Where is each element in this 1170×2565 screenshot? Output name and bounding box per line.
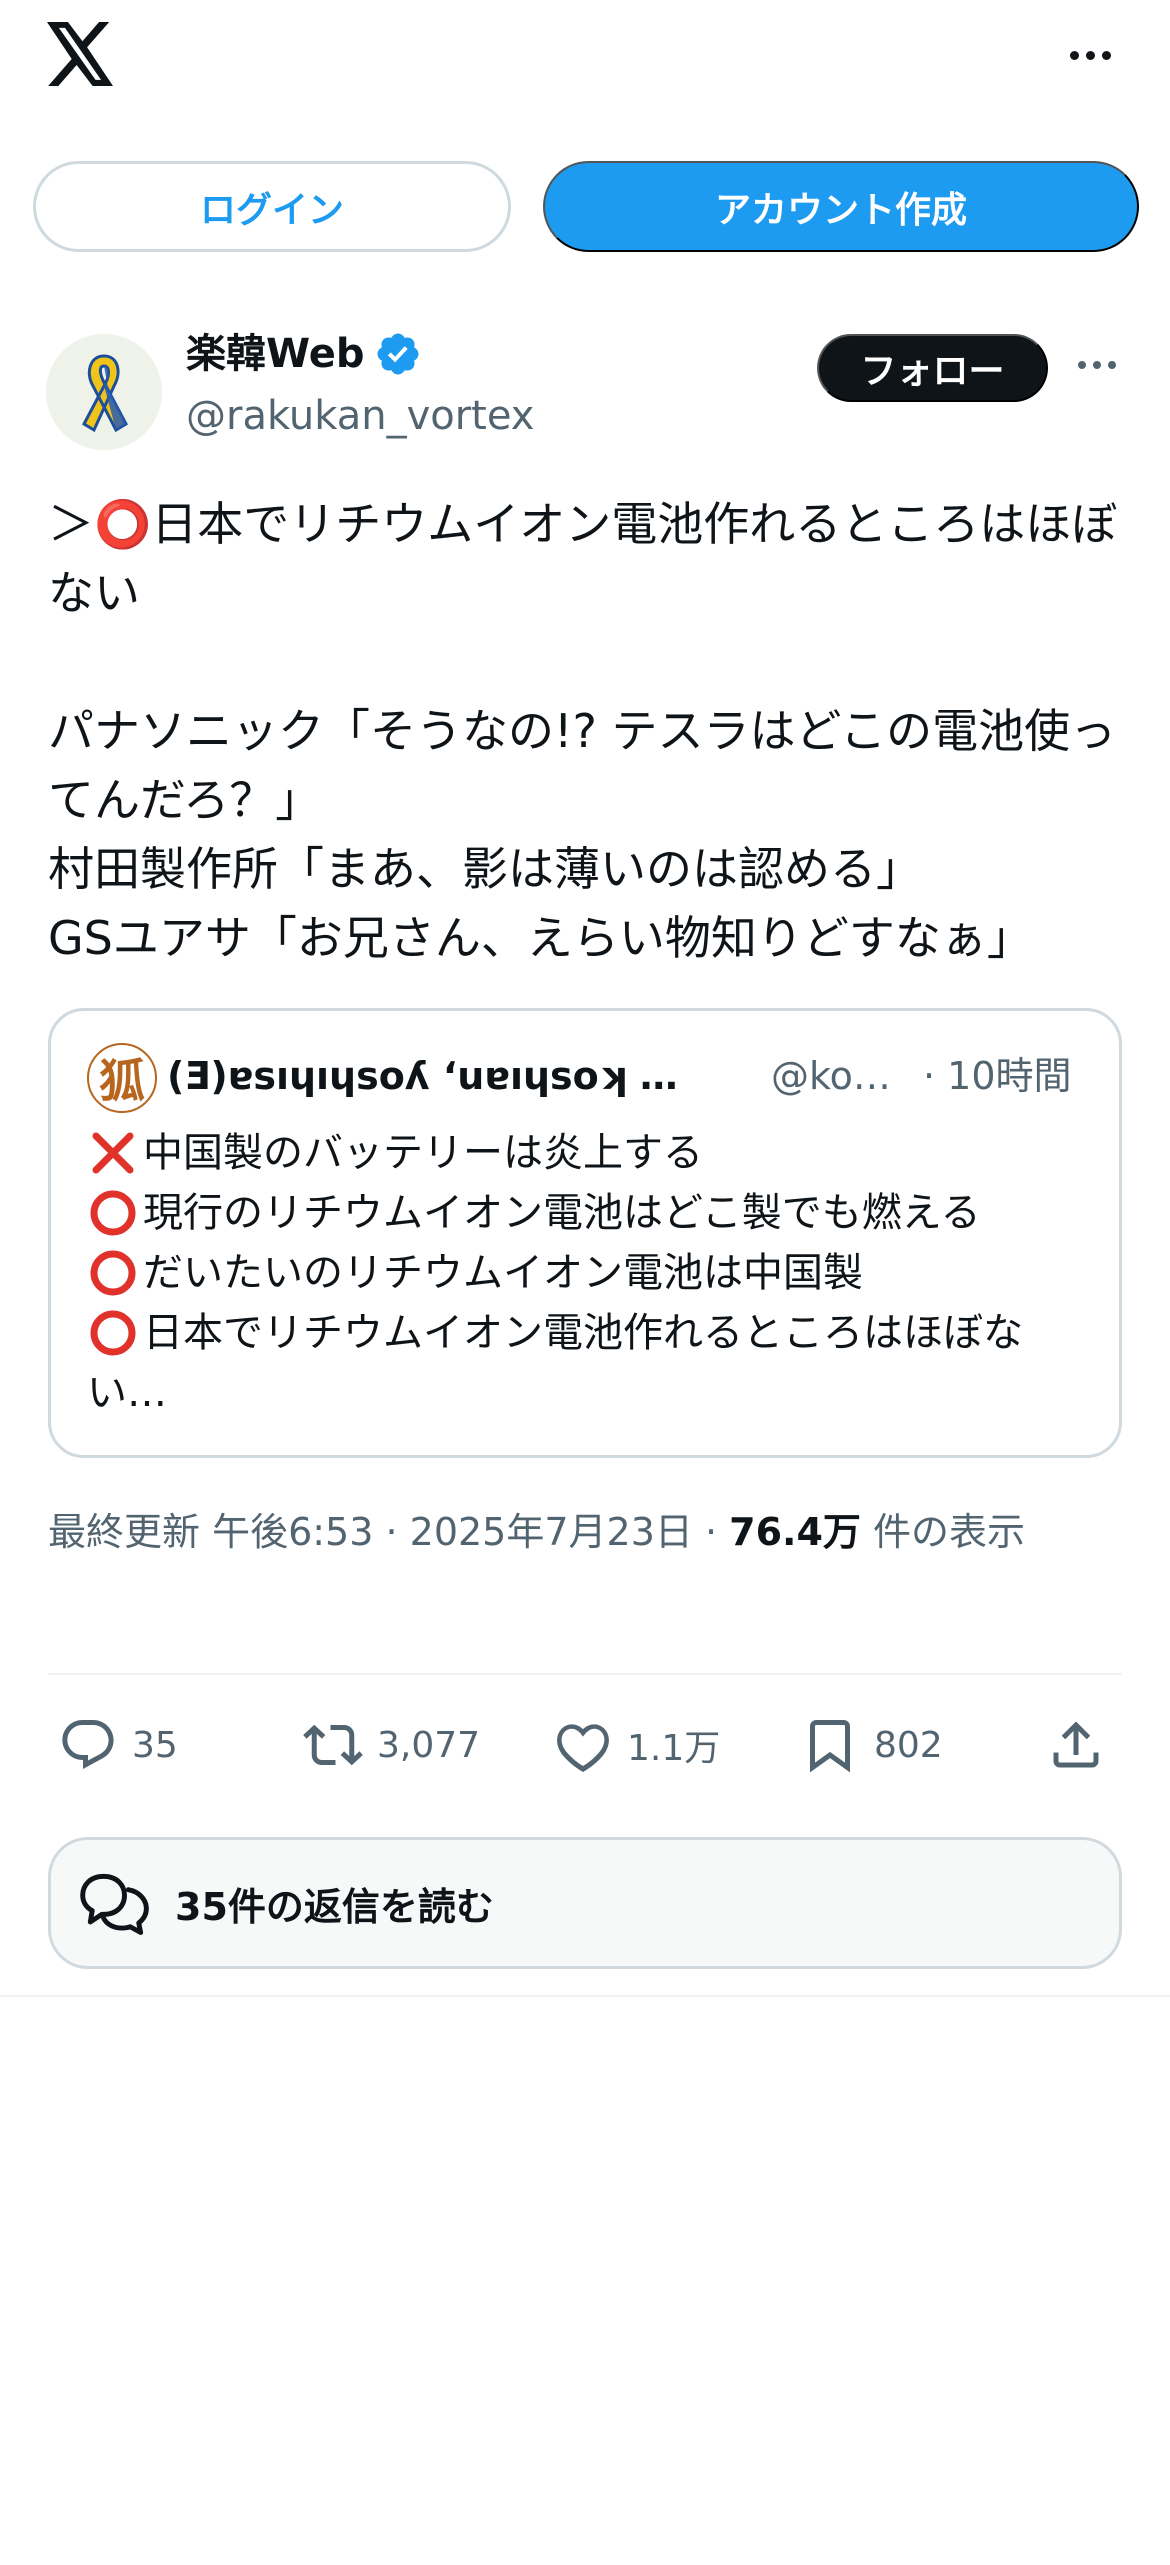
red-cross-icon	[92, 1132, 134, 1174]
quoted-text: 中国製のバッテリーは炎上する 現行のリチウムイオン電池はどこ製でも燃える だいた…	[87, 1123, 1097, 1423]
share-button[interactable]	[1046, 1705, 1106, 1785]
post-body: ＞⭕日本でリチウムイオン電池作れるところはほぼない パナソニック「そうなの!? …	[48, 497, 1118, 965]
ribbon-avatar	[46, 334, 162, 450]
quoted-line: 現行のリチウムイオン電池はどこ製でも燃える	[87, 1183, 1097, 1243]
share-icon	[1053, 1721, 1099, 1768]
bookmark-button[interactable]: 802	[800, 1705, 943, 1785]
create-account-button[interactable]: アカウント作成	[543, 161, 1139, 252]
heart-icon	[557, 1724, 609, 1772]
quoted-display-name: (Ǝ)ɐsıɥıɥsoʎ ‘uɐıɥsoʞ …	[167, 1054, 678, 1098]
read-replies-label: 35件の返信を読む	[175, 1884, 494, 1929]
login-button[interactable]: ログイン	[33, 161, 511, 252]
bookmark-count: 802	[874, 1724, 943, 1766]
action-bar: 35 3,077 1.1万 802	[48, 1705, 1122, 1785]
more-horizontal-icon[interactable]	[1058, 30, 1122, 80]
x-logo-icon[interactable]	[46, 22, 116, 86]
divider	[0, 1995, 1170, 1997]
red-circle-icon	[90, 1310, 136, 1356]
top-bar	[0, 0, 1170, 130]
author-display-name[interactable]: 楽韓Web	[186, 328, 422, 380]
replies-bubble-icon	[80, 1873, 149, 1935]
quoted-line: 日本でリチウムイオン電池作れるところはほぼな	[87, 1303, 1097, 1363]
follow-button[interactable]: フォロー	[817, 334, 1048, 402]
quoted-timestamp: · 10時間	[923, 1054, 1072, 1098]
like-count: 1.1万	[627, 1728, 721, 1769]
red-circle-icon	[90, 1250, 136, 1296]
view-count-label: 件の表示	[860, 1510, 1025, 1554]
quoted-line-text: 中国製のバッテリーは炎上する	[143, 1130, 703, 1176]
author-handle[interactable]: @rakukan_vortex	[186, 390, 534, 442]
repost-button[interactable]: 3,077	[303, 1705, 480, 1785]
quoted-post[interactable]: 狐 (Ǝ)ɐsıɥıɥsoʎ ‘uɐıɥsoʞ … @ko… · 10時間 中国…	[48, 1008, 1122, 1458]
quoted-line: 中国製のバッテリーは炎上する	[87, 1123, 1097, 1183]
author-name-text[interactable]: 楽韓Web	[186, 328, 364, 380]
reply-count: 35	[132, 1724, 178, 1766]
verified-badge-icon	[377, 333, 419, 375]
reply-button[interactable]: 35	[58, 1705, 178, 1785]
quoted-handle: @ko…	[771, 1054, 891, 1098]
view-count: 76.4万	[729, 1510, 861, 1554]
read-replies-button[interactable]: 35件の返信を読む	[48, 1837, 1122, 1969]
post-more-icon[interactable]	[1070, 340, 1124, 390]
quoted-continuation: い…	[87, 1370, 167, 1416]
reply-icon	[62, 1720, 114, 1769]
bookmark-icon	[810, 1720, 850, 1773]
post-timestamp[interactable]: 最終更新 午後6:53 · 2025年7月23日 ·	[48, 1510, 729, 1554]
post-meta: 最終更新 午後6:53 · 2025年7月23日 · 76.4万 件の表示	[48, 1500, 1128, 1564]
like-button[interactable]: 1.1万	[553, 1705, 720, 1785]
repost-count: 3,077	[377, 1724, 481, 1766]
quoted-line-text: だいたいのリチウムイオン電池は中国製	[143, 1250, 863, 1296]
quoted-line-text: 日本でリチウムイオン電池作れるところはほぼな	[143, 1310, 1023, 1356]
repost-icon	[303, 1724, 363, 1766]
quoted-line-text: 現行のリチウムイオン電池はどこ製でも燃える	[143, 1190, 981, 1236]
divider	[48, 1673, 1122, 1675]
avatar[interactable]	[46, 334, 162, 450]
quoted-avatar: 狐	[87, 1043, 157, 1113]
quoted-line: だいたいのリチウムイオン電池は中国製	[87, 1243, 1097, 1303]
red-circle-icon	[90, 1190, 136, 1236]
